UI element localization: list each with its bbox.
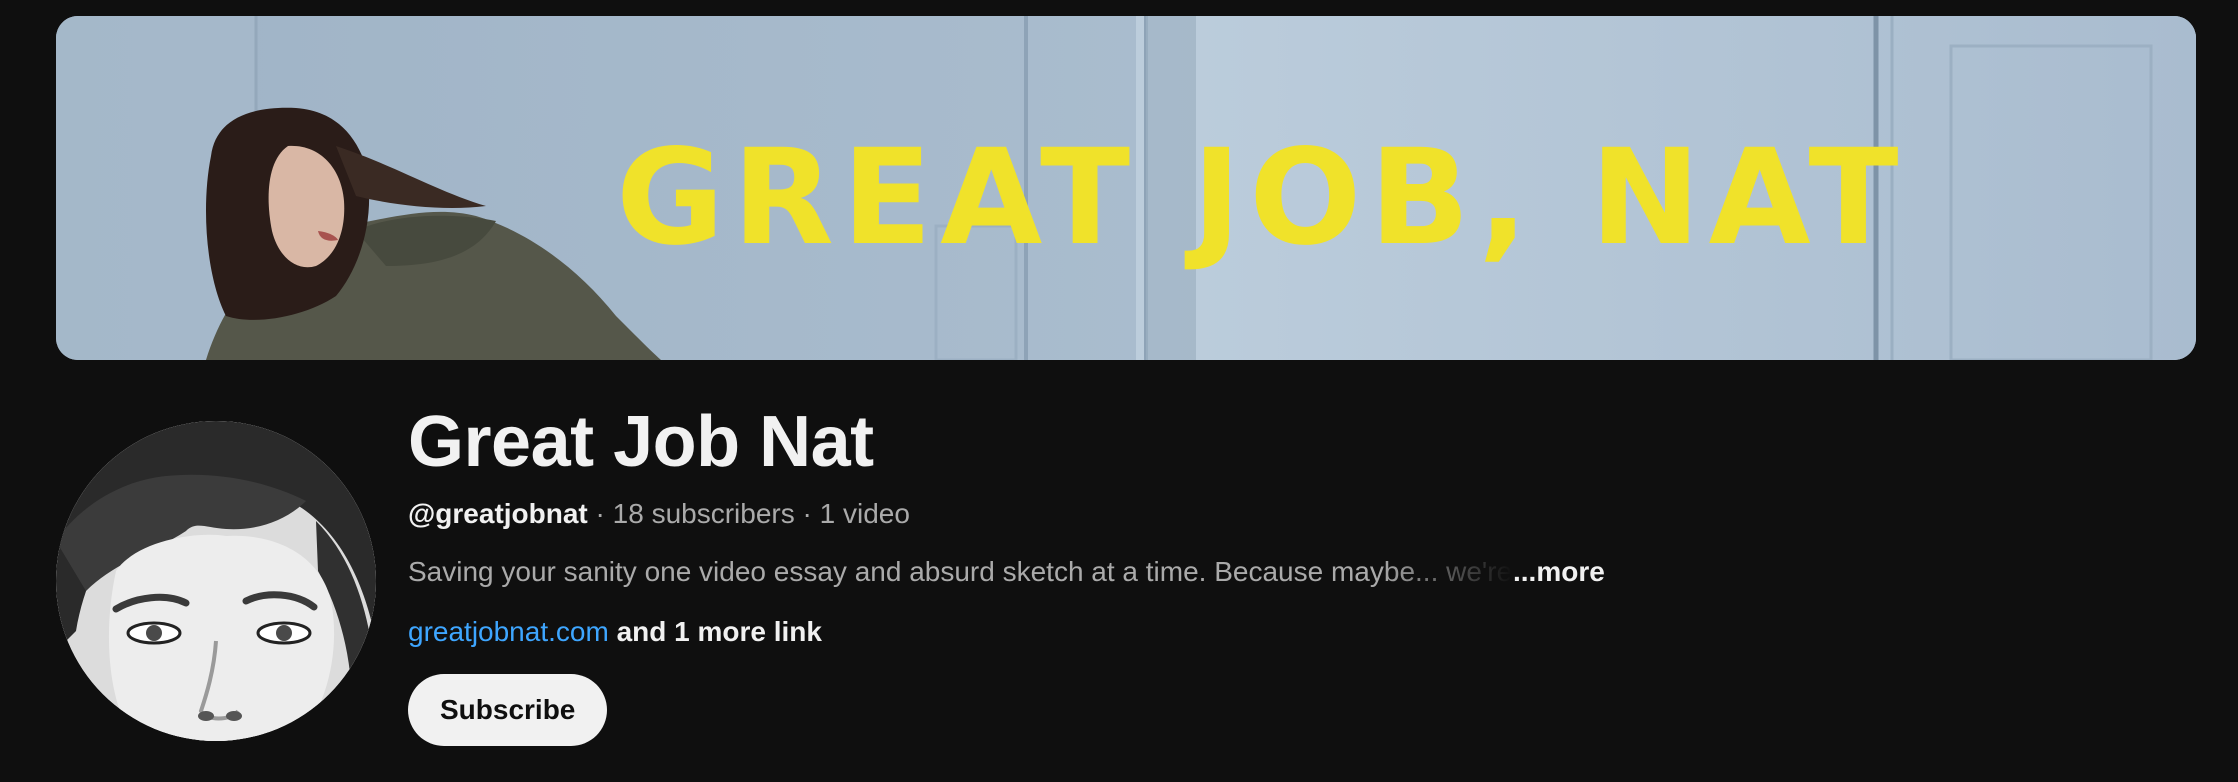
more-links-button[interactable]: and 1 more link: [617, 616, 822, 647]
video-count: 1 video: [819, 498, 910, 529]
channel-description[interactable]: Saving your sanity one video essay and a…: [408, 554, 1605, 590]
avatar-portrait-icon: [56, 421, 376, 741]
subscriber-count: 18 subscribers: [612, 498, 795, 529]
more-button[interactable]: ...more: [1513, 556, 1605, 587]
meta-separator: ·: [802, 498, 812, 529]
meta-separator: ·: [595, 498, 605, 529]
channel-avatar[interactable]: [56, 421, 376, 741]
banner-title: GREAT JOB, NAT: [616, 121, 1907, 275]
channel-page: GREAT JOB, NAT Great Job Nat @greatjobna…: [0, 0, 2238, 782]
subscribe-button[interactable]: Subscribe: [408, 674, 608, 746]
channel-website-link[interactable]: greatjobnat.com: [408, 616, 609, 647]
channel-meta: @greatjobnat · 18 subscribers · 1 video: [408, 496, 2108, 532]
channel-info: Great Job Nat @greatjobnat · 18 subscrib…: [408, 400, 2108, 746]
channel-banner: GREAT JOB, NAT: [56, 16, 2196, 360]
description-text: Saving your sanity one video essay and a…: [408, 556, 1513, 587]
channel-links: greatjobnat.com and 1 more link: [408, 614, 2108, 650]
channel-handle: @greatjobnat: [408, 498, 588, 529]
channel-name: Great Job Nat: [408, 402, 874, 482]
